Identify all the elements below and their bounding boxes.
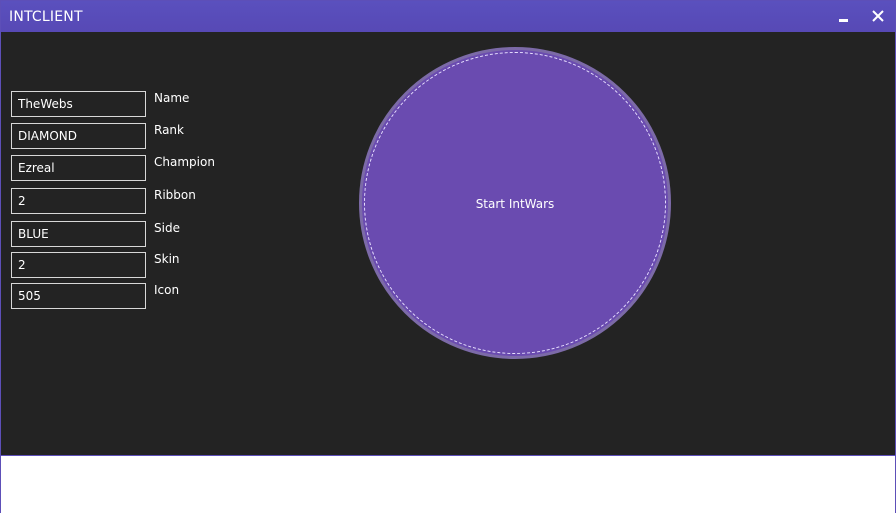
window-title: INTCLIENT [9,9,83,25]
icon-input[interactable] [11,283,146,309]
rank-label: Rank [154,123,184,137]
rank-input[interactable] [11,123,146,149]
side-input[interactable] [11,221,146,247]
close-button[interactable] [867,5,889,27]
minimize-icon [839,19,848,22]
start-button-label: Start IntWars [475,197,555,211]
minimize-button[interactable] [833,5,855,27]
icon-label: Icon [154,283,180,297]
champion-label: Champion [154,155,215,169]
app-window: INTCLIENT Name Rank Champion Ribbon [0,0,896,513]
skin-label: Skin [154,252,180,266]
side-label: Side [154,221,180,235]
champion-input[interactable] [11,155,146,181]
ribbon-input[interactable] [11,188,146,214]
skin-input[interactable] [11,252,146,278]
start-intwars-button[interactable]: Start IntWars [359,47,671,359]
footer-panel [1,455,895,513]
name-label: Name [154,91,190,105]
name-input[interactable] [11,91,146,117]
title-bar[interactable]: INTCLIENT [1,1,895,32]
main-panel: Name Rank Champion Ribbon Side Skin Icon [1,32,895,455]
ribbon-label: Ribbon [154,188,196,202]
close-icon [872,10,884,22]
